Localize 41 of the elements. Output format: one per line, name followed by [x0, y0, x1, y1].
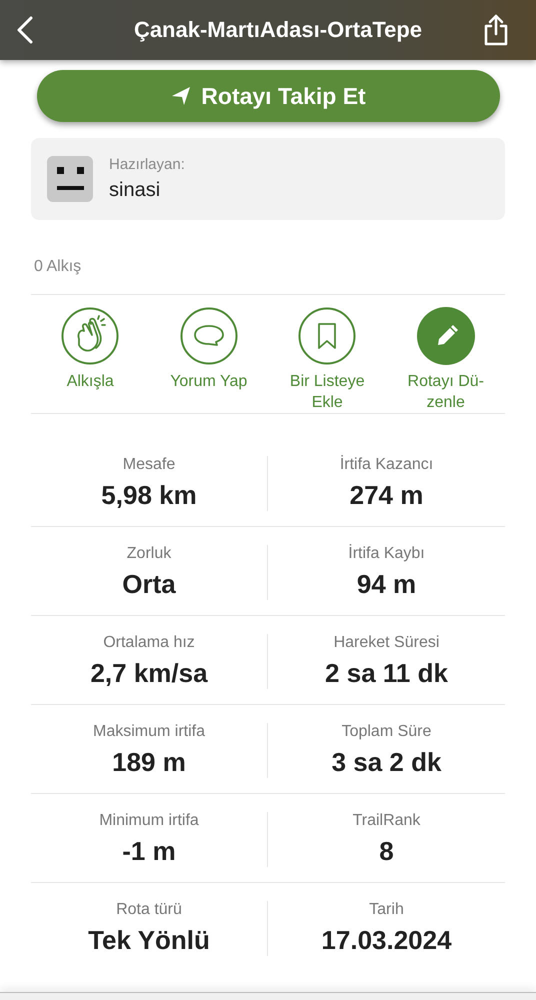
- stat-value: 274 m: [350, 480, 424, 511]
- stat-label: TrailRank: [352, 812, 420, 830]
- pencil-icon: [416, 307, 475, 365]
- bookmark-icon: [298, 307, 356, 365]
- speech-bubble-icon: [180, 307, 238, 365]
- stat-value: 2,7 km/sa: [90, 658, 208, 689]
- stat-value: -1 m: [122, 836, 176, 867]
- clapping-hands-icon: [61, 307, 120, 365]
- stat-value: 94 m: [356, 569, 416, 600]
- action-button[interactable]: Alkışla: [31, 307, 150, 413]
- applause-count: 0 Alkış: [34, 258, 82, 277]
- stat-label: Mesafe: [122, 456, 176, 474]
- author-caption: Hazırlayan:: [109, 156, 185, 173]
- stat-label: Zorluk: [126, 545, 172, 563]
- stat-value: Tek Yönlü: [88, 925, 210, 956]
- stat-label: Maksimum irtifa: [92, 723, 205, 741]
- author-name: sinasi: [109, 179, 162, 202]
- stat-value: 17.03.2024: [321, 925, 452, 956]
- stat-label: Hareket Süresi: [334, 634, 440, 652]
- back-button[interactable]: [16, 16, 34, 44]
- stat-value: 5,98 km: [101, 480, 197, 511]
- back-icon: [16, 16, 34, 44]
- stat-label: Ortalama hız: [103, 634, 195, 652]
- stat-value: 189 m: [112, 747, 186, 778]
- action-button[interactable]: Yorum Yap: [150, 307, 268, 413]
- navigation-arrow-icon: [171, 86, 192, 106]
- stat-label: İrtifa Kazancı: [340, 456, 434, 474]
- avatar-icon: [47, 156, 93, 202]
- stat-label: Rota türü: [116, 901, 182, 919]
- stat-value: 2 sa 11 dk: [325, 658, 448, 689]
- stat-value: Orta: [122, 569, 176, 600]
- stat-value: 3 sa 2 dk: [332, 747, 442, 778]
- follow-route-button[interactable]: Rotayı Takip Et: [37, 70, 500, 122]
- stat-label: İrtifa Kaybı: [348, 545, 425, 563]
- stat-label: Tarih: [369, 901, 404, 919]
- stat-value: 8: [379, 836, 394, 867]
- action-button[interactable]: Bir Listeye Ekle: [268, 307, 386, 413]
- stat-label: Minimum irtifa: [99, 812, 199, 830]
- action-button[interactable]: Rotayı Dü-zenle: [386, 307, 505, 413]
- route-title: Çanak-MartıAdası-OrtaTepe: [134, 17, 422, 43]
- stat-label: Toplam Süre: [342, 723, 432, 741]
